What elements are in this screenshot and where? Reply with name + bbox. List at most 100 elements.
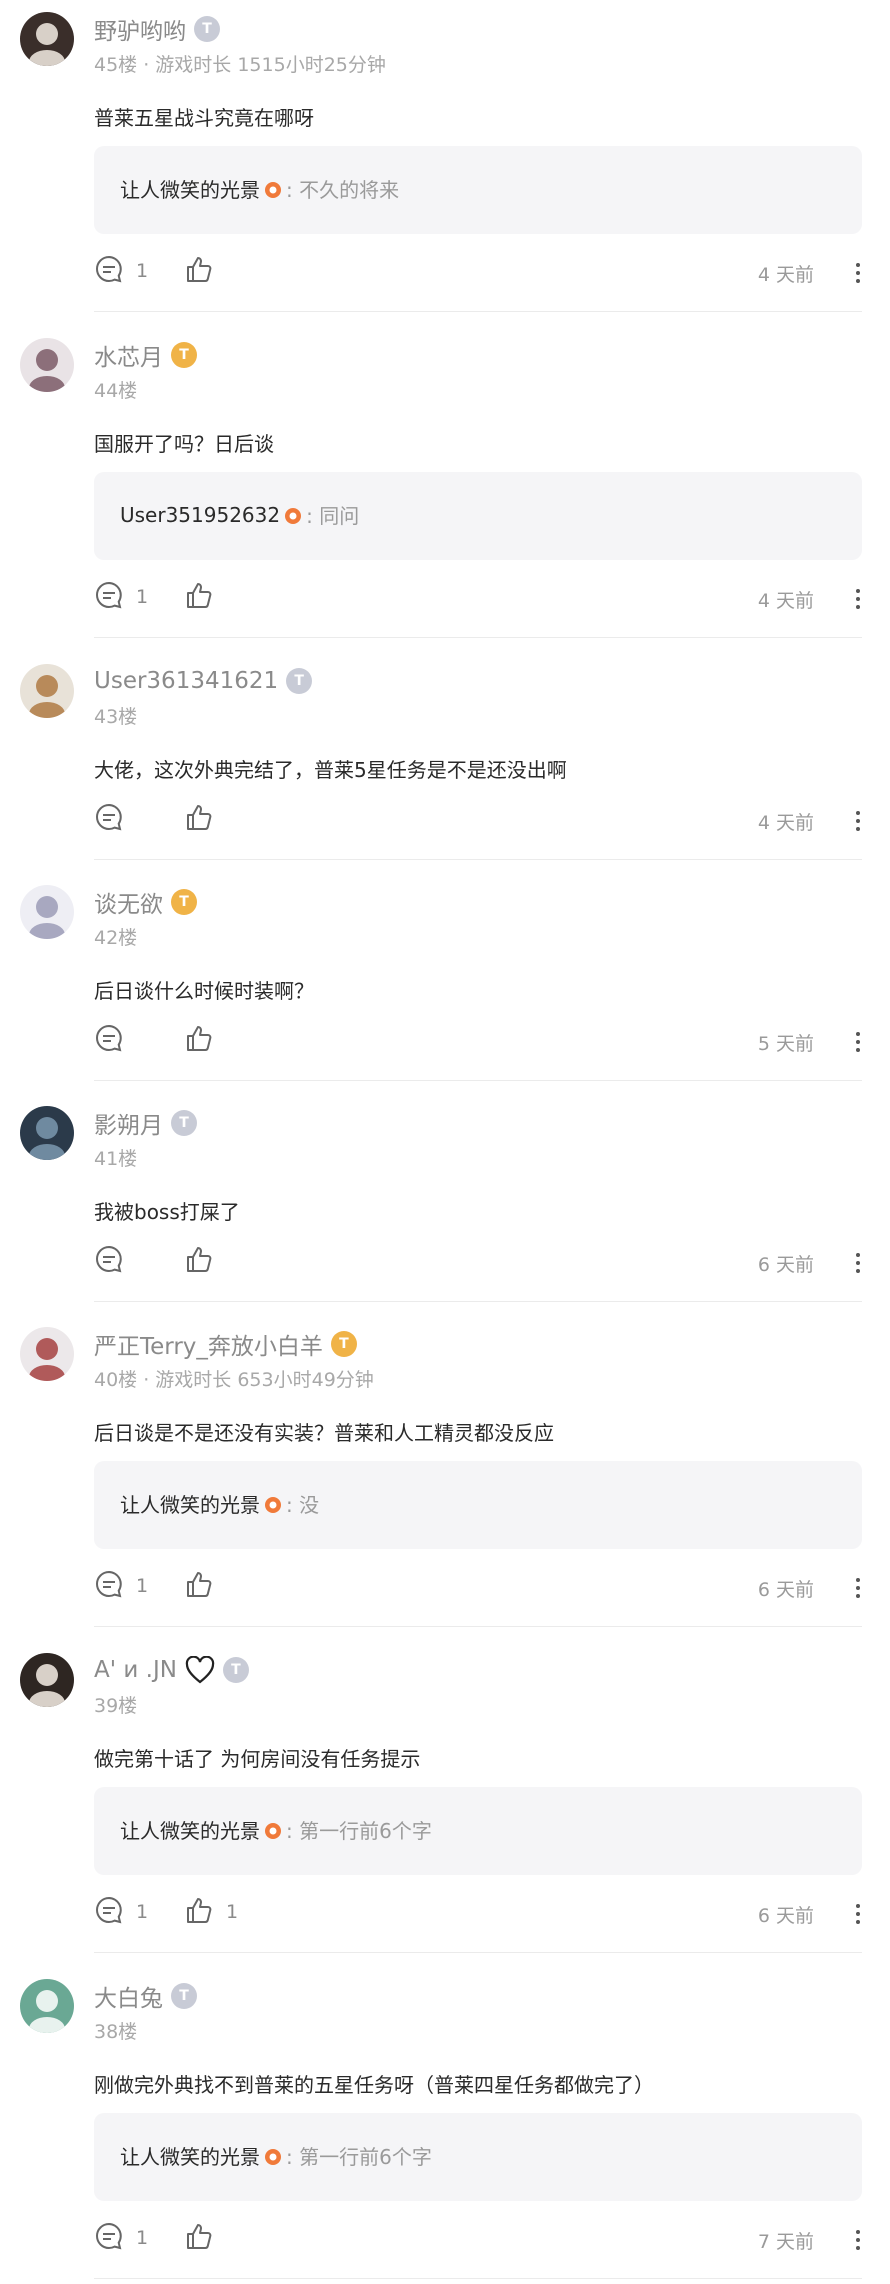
username[interactable]: 谈无欲 xyxy=(94,885,163,919)
comment-item: 大白兔 T 38楼 刚做完外典找不到普莱的五星任务呀（普莱四星任务都做完了） 让人微笑的… xyxy=(0,1967,890,2279)
reply-box[interactable]: User351952632: 同问 xyxy=(94,472,862,560)
timestamp: 4 天前 xyxy=(757,812,814,834)
comment-item: 严正Terry_奔放小白羊 T 40楼 · 游戏时长 653小时49分钟 后日谈是不是… xyxy=(0,1315,890,1627)
comment-button[interactable]: 1 xyxy=(94,2221,148,2255)
author-flower-icon xyxy=(264,1495,282,1513)
author-flower-icon xyxy=(264,2147,282,2165)
comment-button[interactable]: 1 xyxy=(94,1569,148,1603)
timestamp: 4 天前 xyxy=(757,264,814,286)
timestamp: 6 天前 xyxy=(757,1905,814,1927)
username[interactable]: User361341621 xyxy=(94,668,278,694)
comment-button[interactable]: 1 xyxy=(94,1895,148,1929)
more-vertical-icon[interactable] xyxy=(854,1250,862,1276)
comment-text: 大佬，这次外典完结了，普莱5星任务是不是还没出啊 xyxy=(94,758,567,782)
reply-box[interactable]: 让人微笑的光景 : 第一行前6个字 xyxy=(94,1787,862,1875)
more-vertical-icon[interactable] xyxy=(854,808,862,834)
level-badge-icon: T xyxy=(330,1331,357,1357)
avatar[interactable] xyxy=(20,1979,74,2033)
level-badge-icon: T xyxy=(171,889,197,915)
divider xyxy=(94,311,862,312)
reply-text: : 第一行前6个字 xyxy=(286,1819,432,1843)
avatar[interactable] xyxy=(20,1106,74,1160)
avatar[interactable] xyxy=(20,885,74,939)
reply-author[interactable]: 让人微笑的光景 xyxy=(120,2141,260,2170)
thumbs-up-icon xyxy=(184,802,214,836)
reply-author[interactable]: 让人微笑的光景 xyxy=(120,1489,260,1518)
like-button[interactable] xyxy=(184,580,226,614)
comment-bubble-icon xyxy=(94,1023,124,1057)
like-button[interactable]: 1 xyxy=(184,1895,238,1929)
like-button[interactable] xyxy=(184,2221,226,2255)
reply-author[interactable]: 让人微笑的光景 xyxy=(120,1815,260,1844)
thumbs-up-icon xyxy=(184,1895,214,1929)
thumbs-up-icon xyxy=(184,254,214,288)
timestamp: 5 天前 xyxy=(757,1033,814,1055)
like-button[interactable] xyxy=(184,802,226,836)
comment-bubble-icon xyxy=(94,1244,124,1278)
more-vertical-icon[interactable] xyxy=(854,1901,862,1927)
floor-meta: 43楼 xyxy=(94,706,138,728)
like-button[interactable] xyxy=(184,1569,226,1603)
avatar[interactable] xyxy=(20,664,74,718)
more-vertical-icon[interactable] xyxy=(854,586,862,612)
more-vertical-icon[interactable] xyxy=(854,1575,862,1601)
comment-button[interactable] xyxy=(94,802,136,836)
comment-count: 1 xyxy=(136,586,149,608)
comment-item: 水芯月 T 44楼 国服开了吗？日后谈 User351952632: 同问 1 4 天前 xyxy=(0,326,890,638)
username[interactable]: 大白兔 xyxy=(94,1979,163,2013)
like-button[interactable] xyxy=(184,1244,226,1278)
divider xyxy=(94,1080,862,1081)
level-badge-icon: T xyxy=(222,1657,249,1683)
username[interactable]: 野驴哟哟 xyxy=(94,12,186,46)
comment-item: A' и .JN T 39楼 做完第十话了 为何房间没有任务提示 让人微笑的光景: 第一… xyxy=(0,1641,890,1953)
thumbs-up-icon xyxy=(184,1023,214,1057)
comment-text: 国服开了吗？日后谈 xyxy=(94,432,274,456)
comment-item: 影朔月 T 41楼 我被boss打屎了 6 天前 xyxy=(0,1094,890,1302)
username[interactable]: A' и .JN xyxy=(94,1657,177,1683)
comment-item: 谈无欲 T 42楼 后日谈什么时候时装啊？ 5 天前 xyxy=(0,873,890,1081)
username[interactable]: 影朔月 xyxy=(94,1106,163,1140)
reply-line: 让人微笑的光景: 第一行前6个字 xyxy=(120,2141,432,2170)
comment-button[interactable] xyxy=(94,1023,136,1057)
level-badge-icon: T xyxy=(171,1983,197,2009)
avatar[interactable] xyxy=(20,1653,74,1707)
comment-count: 1 xyxy=(136,260,149,282)
more-vertical-icon[interactable] xyxy=(854,260,862,286)
comment-count: 1 xyxy=(136,1575,149,1597)
reply-author[interactable]: 让人微笑的光景 xyxy=(120,174,260,203)
username-row: User361341621 T xyxy=(94,664,313,698)
more-vertical-icon[interactable] xyxy=(854,2227,862,2253)
username[interactable]: 严正Terry_奔放小白羊 xyxy=(94,1327,323,1361)
more-vertical-icon[interactable] xyxy=(854,1029,862,1055)
reply-line: 让人微笑的光景: 没 xyxy=(120,1489,319,1518)
divider xyxy=(94,1952,862,1953)
comment-count: 1 xyxy=(136,1901,149,1923)
floor-meta: 44楼 xyxy=(94,380,138,402)
avatar[interactable] xyxy=(20,1327,74,1381)
avatar[interactable] xyxy=(20,12,74,66)
reply-box[interactable]: 让人微笑的光景: 不久的将来 xyxy=(94,146,862,234)
action-bar: 4 天前 xyxy=(94,802,862,842)
thumbs-up-icon xyxy=(184,580,214,614)
reply-author[interactable]: User351952632 xyxy=(120,503,280,527)
comment-button[interactable] xyxy=(94,1244,136,1278)
thumbs-up-icon xyxy=(184,1569,214,1603)
username-row: 影朔月 T xyxy=(94,1106,197,1140)
comment-list: 野驴哟哟 T 45楼 · 游戏时长 1515小时25分钟 普莱五星战斗究竟在哪呀 让人微… xyxy=(0,0,890,2284)
avatar[interactable] xyxy=(20,338,74,392)
username[interactable]: 水芯月 xyxy=(94,338,163,372)
reply-box[interactable]: 让人微笑的光景: 第一行前6个字 xyxy=(94,2113,862,2201)
comment-button[interactable]: 1 xyxy=(94,254,148,288)
comment-bubble-icon xyxy=(94,802,124,836)
level-badge-icon: T xyxy=(286,668,313,694)
reply-line: 让人微笑的光景: 不久的将来 xyxy=(120,174,399,203)
comment-button[interactable]: 1 xyxy=(94,580,148,614)
reply-box[interactable]: 让人微笑的光景: 没 xyxy=(94,1461,862,1549)
action-bar: 1 4 天前 xyxy=(94,580,862,620)
username-row: 大白兔 T xyxy=(94,1979,197,2013)
like-button[interactable] xyxy=(184,254,226,288)
comment-count: 1 xyxy=(136,2227,149,2249)
comment-text: 后日谈什么时候时装啊？ xyxy=(94,979,314,1003)
like-button[interactable] xyxy=(184,1023,226,1057)
floor-meta: 45楼 · 游戏时长 1515小时25分钟 xyxy=(94,54,386,76)
